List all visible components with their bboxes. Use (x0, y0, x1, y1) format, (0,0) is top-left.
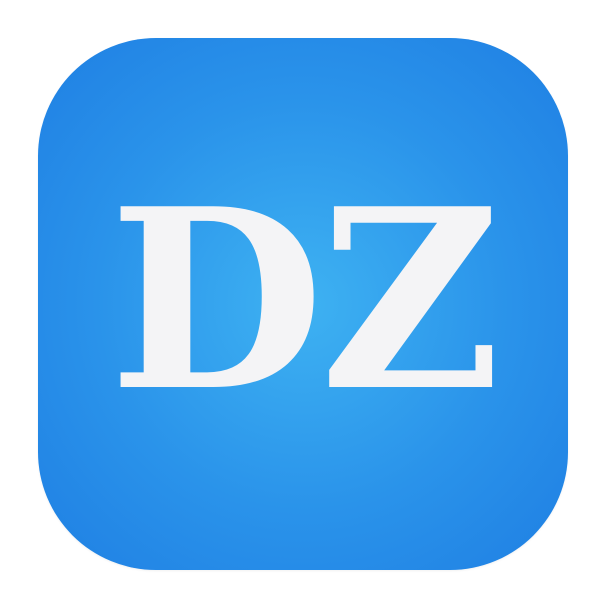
app-icon-logo-text: DZ (108, 155, 501, 446)
canvas: DZ (0, 0, 606, 608)
app-icon[interactable]: DZ (38, 38, 568, 570)
